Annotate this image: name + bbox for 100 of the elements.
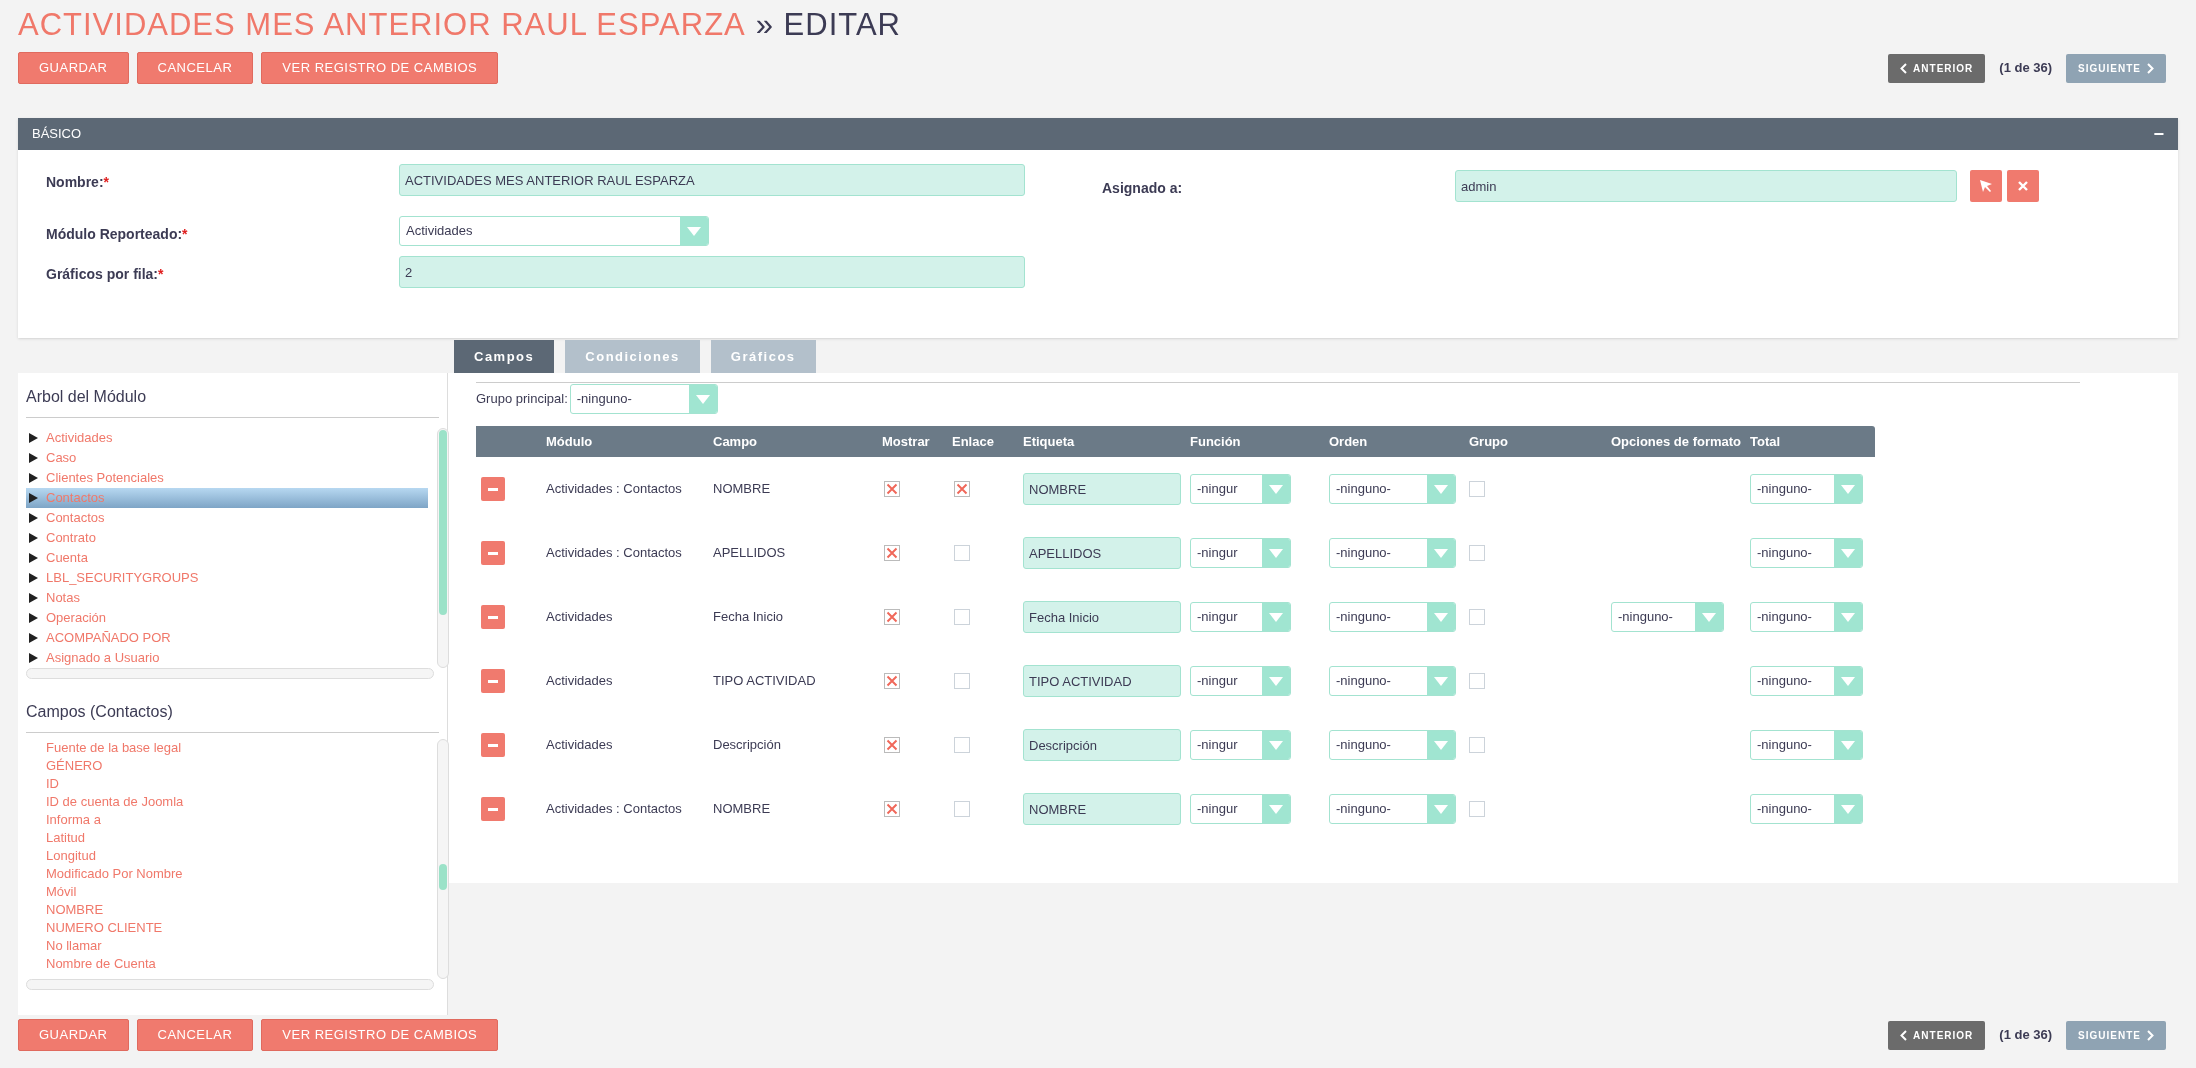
field-list-item[interactable]: Longitud [46,847,428,865]
dropdown[interactable]: -ningur [1190,538,1291,568]
previous-button[interactable]: ANTERIOR [1888,1020,1986,1050]
checkbox[interactable] [1469,737,1485,753]
input-field[interactable]: ACTIVIDADES MES ANTERIOR RAUL ESPARZA [399,164,1025,196]
checkbox[interactable] [1469,673,1485,689]
tab[interactable]: Condiciones [565,340,700,373]
checkbox[interactable] [884,673,900,689]
tree-item[interactable]: Asignado a Usuario [26,648,428,668]
field-list-item[interactable]: Fuente de la base legal [46,739,428,757]
field-list-item[interactable]: NUMERO CLIENTE [46,919,428,937]
remove-button[interactable] [481,733,505,757]
next-button[interactable]: SIGUIENTE [2066,53,2166,83]
dropdown[interactable]: -ninguno- [1611,602,1724,632]
checkbox[interactable] [1469,545,1485,561]
tree-item[interactable]: Cuenta [26,548,428,568]
field-list-item[interactable]: ID de cuenta de Joomla [46,793,428,811]
dropdown[interactable]: -ninguno- [1329,474,1456,504]
field-list-item[interactable]: Nombre de Cuenta [46,955,428,973]
dropdown[interactable]: Actividades [399,216,709,246]
dropdown[interactable]: -ningur [1190,730,1291,760]
previous-button[interactable]: ANTERIOR [1888,53,1986,83]
dropdown[interactable]: -ningur [1190,666,1291,696]
tree-item[interactable]: Contrato [26,528,428,548]
checkbox[interactable] [954,737,970,753]
action-button[interactable]: VER REGISTRO DE CAMBIOS [261,1019,499,1051]
remove-button[interactable] [481,797,505,821]
collapse-button[interactable]: − [2153,125,2164,143]
tree-item[interactable]: Contactos [26,508,428,528]
checkbox[interactable] [884,545,900,561]
input-field[interactable]: Descripción [1023,729,1181,761]
tree-item[interactable]: LBL_SECURITYGROUPS [26,568,428,588]
field-list-item[interactable]: No llamar [46,937,428,955]
remove-button[interactable] [481,605,505,629]
action-button[interactable]: GUARDAR [18,52,129,84]
remove-button[interactable] [481,541,505,565]
checkbox[interactable] [1469,801,1485,817]
select-button[interactable] [1970,170,2002,202]
next-button[interactable]: SIGUIENTE [2066,1020,2166,1050]
input-field[interactable]: NOMBRE [1023,473,1181,505]
input-field[interactable]: Fecha Inicio [1023,601,1181,633]
dropdown[interactable]: -ninguno- [1329,538,1456,568]
vertical-scrollbar[interactable] [437,428,449,668]
checkbox[interactable] [884,481,900,497]
tab[interactable]: Campos [454,340,555,373]
checkbox[interactable] [954,801,970,817]
action-button[interactable]: GUARDAR [18,1019,129,1051]
checkbox[interactable] [954,673,970,689]
dropdown[interactable]: -ninguno- [1750,794,1863,824]
dropdown[interactable]: -ninguno- [1329,666,1456,696]
remove-button[interactable] [481,477,505,501]
checkbox[interactable] [884,737,900,753]
input-field[interactable]: 2 [399,256,1025,288]
checkbox[interactable] [1469,481,1485,497]
field-label: Asignado a: [1102,179,1184,198]
dropdown[interactable]: -ninguno- [1329,602,1456,632]
dropdown[interactable]: -ninguno- [569,384,718,414]
dropdown[interactable]: -ningur [1190,794,1291,824]
input-field[interactable]: TIPO ACTIVIDAD [1023,665,1181,697]
tab[interactable]: Gráficos [710,340,816,373]
field-list-item[interactable]: Móvil [46,883,428,901]
input-field[interactable]: NOMBRE [1023,793,1181,825]
field-list-item[interactable]: GÉNERO [46,757,428,775]
field-list-item[interactable]: Modificado Por Nombre [46,865,428,883]
field-list-item[interactable]: ID [46,775,428,793]
checkbox[interactable] [954,609,970,625]
tree-item[interactable]: Actividades [26,428,428,448]
dropdown[interactable]: -ninguno- [1750,538,1863,568]
dropdown[interactable]: -ninguno- [1750,602,1863,632]
checkbox[interactable] [954,481,970,497]
checkbox[interactable] [884,609,900,625]
dropdown[interactable]: -ninguno- [1750,730,1863,760]
horizontal-scrollbar[interactable] [26,668,434,679]
dropdown[interactable]: -ningur [1190,474,1291,504]
dropdown[interactable]: -ningur [1190,602,1291,632]
horizontal-scrollbar[interactable] [26,979,434,990]
dropdown[interactable]: -ninguno- [1750,666,1863,696]
dropdown[interactable]: -ninguno- [1750,474,1863,504]
dropdown[interactable]: -ninguno- [1329,730,1456,760]
action-button[interactable]: CANCELAR [136,1019,254,1051]
tree-item[interactable]: Caso [26,448,428,468]
tree-item[interactable]: Clientes Potenciales [26,468,428,488]
remove-button[interactable] [481,669,505,693]
action-button[interactable]: VER REGISTRO DE CAMBIOS [261,52,499,84]
checkbox[interactable] [954,545,970,561]
cross-mark-icon [886,611,898,623]
tree-item[interactable]: Notas [26,588,428,608]
tree-item[interactable]: ACOMPAÑADO POR [26,628,428,648]
input-field[interactable]: admin [1455,170,1957,202]
clear-button[interactable] [2007,170,2039,202]
input-field[interactable]: APELLIDOS [1023,537,1181,569]
field-list-item[interactable]: Informa a [46,811,428,829]
action-button[interactable]: CANCELAR [136,52,254,84]
checkbox[interactable] [884,801,900,817]
checkbox[interactable] [1469,609,1485,625]
field-list-item[interactable]: Latitud [46,829,428,847]
field-list-item[interactable]: NOMBRE [46,901,428,919]
dropdown[interactable]: -ninguno- [1329,794,1456,824]
tree-item[interactable]: Operación [26,608,428,628]
vertical-scrollbar[interactable] [437,739,449,979]
